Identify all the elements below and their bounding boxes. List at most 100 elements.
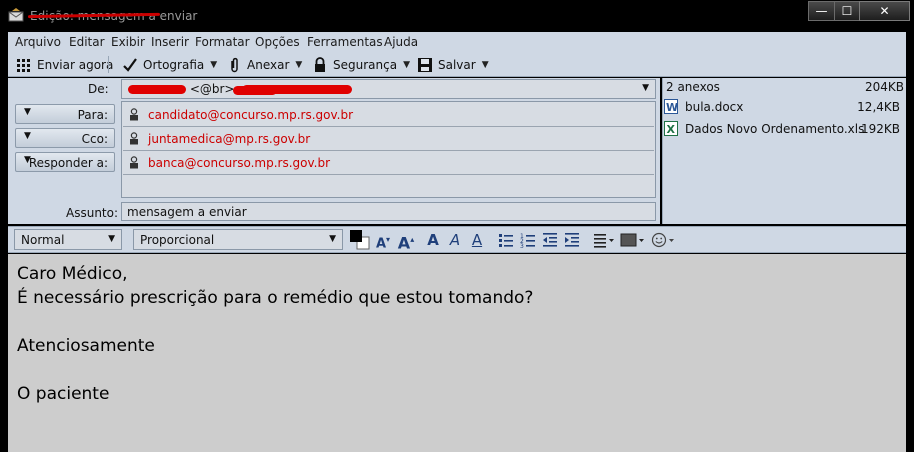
font-select[interactable]: Proporcional ▼ [133,229,343,250]
subject-label: Assunto: [66,206,119,220]
recipient-list: candidato@concurso.mp.rs.gov.br juntamed… [121,101,656,198]
menu-bar: Arquivo Editar Exibir Inserir Formatar O… [8,32,906,52]
underline-button[interactable]: A [468,230,486,250]
bcc-type-label: Cco: [81,132,108,146]
recipient-empty-row[interactable] [123,175,654,199]
toolbar-separator [108,56,109,73]
bullet-list-icon[interactable] [498,232,514,248]
paragraph-style-select[interactable]: Normal ▼ [14,229,122,250]
from-redaction [128,85,186,94]
bold-button[interactable]: A [424,230,442,250]
from-address-visible: <@br> [189,82,235,96]
security-button[interactable]: Segurança ▼ [312,54,410,75]
title-bar: Edição: mensagem a enviar — ☐ ✕ [0,0,914,30]
checkmark-icon [123,57,137,72]
compose-toolbar: Enviar agora Ortografia ▼ Anexar ▼ Segur… [8,52,906,77]
numbered-list-icon[interactable]: 1 2 3 [520,232,536,248]
menu-inserir[interactable]: Inserir [151,35,189,49]
smiley-icon[interactable] [651,232,677,248]
recipient-address[interactable]: banca@concurso.mp.rs.gov.br [148,156,330,170]
reply-to-type-button[interactable]: ▼ Responder a: [15,152,115,172]
indent-icon[interactable] [564,232,580,248]
font-smaller-button[interactable]: A▾ [373,230,393,251]
menu-exibir[interactable]: Exibir [111,35,145,49]
chevron-down-icon[interactable]: ▼ [210,60,217,70]
attachment-name: Dados Novo Ordenamento.xls [685,122,865,136]
attachment-size: 12,4KB [857,100,900,114]
app-icon [8,8,24,22]
menu-ajuda[interactable]: Ajuda [384,35,418,49]
spellcheck-button[interactable]: Ortografia ▼ [122,54,217,75]
menu-ferramentas[interactable]: Ferramentas [307,35,383,49]
paragraph-style-value: Normal [21,233,65,247]
chevron-down-icon: ▼ [108,234,115,244]
svg-text:X: X [667,123,676,136]
align-icon[interactable] [593,232,615,248]
send-now-button[interactable]: Enviar agora [16,54,113,75]
send-now-label: Enviar agora [37,57,114,72]
attachments-count: 2 anexos [666,80,720,94]
from-redaction [233,86,277,95]
attachment-name: bula.docx [685,100,744,114]
save-button[interactable]: Salvar ▼ [417,54,489,75]
body-line [17,310,897,334]
chevron-down-icon: ▼ [24,131,31,141]
menu-editar[interactable]: Editar [69,35,105,49]
menu-arquivo[interactable]: Arquivo [15,35,61,49]
recipient-address[interactable]: candidato@concurso.mp.rs.gov.br [148,108,353,122]
font-larger-button[interactable]: A▴ [395,230,417,252]
text-color-button[interactable] [349,229,371,250]
lock-icon [315,56,325,72]
body-line: O paciente [17,384,110,404]
body-line [17,358,897,382]
attachment-item[interactable]: X Dados Novo Ordenamento.xls 192KB [664,120,904,138]
recipient-row[interactable]: banca@concurso.mp.rs.gov.br [123,151,654,175]
person-icon [130,156,138,169]
message-body-editor[interactable]: Caro Médico, É necessário prescrição par… [8,254,906,452]
to-type-button[interactable]: ▼ Para: [15,104,115,124]
menu-opcoes[interactable]: Opções [255,35,300,49]
attach-button[interactable]: Anexar ▼ [226,54,302,75]
close-button[interactable]: ✕ [859,1,910,21]
minimize-button[interactable]: — [808,1,835,21]
body-line: É necessário prescrição para o remédio q… [17,288,534,308]
maximize-button[interactable]: ☐ [834,1,860,21]
reply-to-type-label: Responder a: [28,156,108,170]
to-type-label: Para: [77,108,108,122]
attach-label: Anexar [247,57,290,72]
chevron-down-icon[interactable]: ▼ [403,60,410,70]
subject-input[interactable]: mensagem a enviar [121,202,656,221]
menu-formatar[interactable]: Formatar [195,35,250,49]
italic-button[interactable]: A [446,230,464,250]
chevron-down-icon: ▼ [329,234,336,244]
save-label: Salvar [438,57,476,72]
paperclip-icon [231,57,238,72]
spellcheck-label: Ortografia [143,57,205,72]
recipient-row[interactable]: juntamedica@mp.rs.gov.br [123,127,654,151]
person-icon [130,132,138,145]
font-value: Proporcional [140,233,215,247]
body-line: Caro Médico, [17,264,128,284]
body-line: Atenciosamente [17,336,155,356]
excel-sheet-icon: X [664,121,678,136]
chevron-down-icon: ▼ [642,83,649,93]
from-select[interactable]: <@br> ▼ [121,79,656,99]
send-icon [17,58,30,72]
recipient-address[interactable]: juntamedica@mp.rs.gov.br [148,132,310,146]
svg-text:3: 3 [520,243,524,248]
chevron-down-icon[interactable]: ▼ [295,60,302,70]
attachment-size: 192KB [860,122,900,136]
outdent-icon[interactable] [542,232,558,248]
attachment-item[interactable]: W bula.docx 12,4KB [664,98,904,116]
insert-table-icon[interactable] [620,232,646,248]
from-label: De: [88,82,109,96]
bcc-type-button[interactable]: ▼ Cco: [15,128,115,148]
recipient-row[interactable]: candidato@concurso.mp.rs.gov.br [123,103,654,127]
person-icon [130,108,138,121]
security-label: Segurança [333,57,398,72]
chevron-down-icon[interactable]: ▼ [482,60,489,70]
svg-text:W: W [666,101,678,114]
floppy-disk-icon [418,57,432,72]
chevron-down-icon: ▼ [24,107,31,117]
attachments-total-size: 204KB [865,80,905,94]
